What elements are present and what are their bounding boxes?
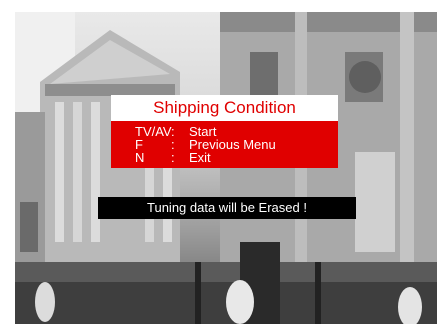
menu-option-previous-menu[interactable]: F : Previous Menu — [111, 138, 338, 151]
building-illustration — [15, 12, 437, 324]
menu-action: Previous Menu — [189, 137, 276, 152]
shipping-condition-menu: Shipping Condition TV/AV : Start F : Pre… — [111, 95, 338, 168]
menu-options: TV/AV : Start F : Previous Menu N : Exit — [111, 121, 338, 168]
menu-title: Shipping Condition — [111, 95, 338, 121]
warning-message: Tuning data will be Erased ! — [98, 197, 356, 219]
background-photo-building — [15, 12, 437, 324]
menu-key: N — [135, 150, 145, 165]
menu-action: Exit — [189, 150, 211, 165]
menu-separator: : — [171, 150, 175, 165]
tv-screen: Shipping Condition TV/AV : Start F : Pre… — [0, 0, 439, 324]
menu-option-exit[interactable]: N : Exit — [111, 151, 338, 164]
